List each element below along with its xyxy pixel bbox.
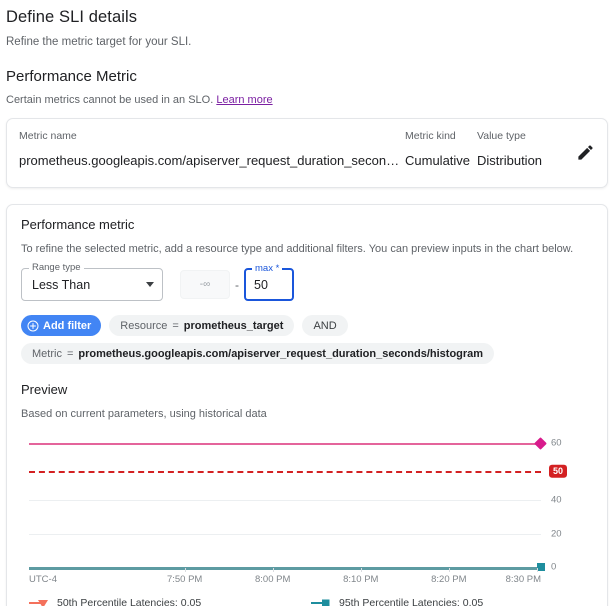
chart-y-axis: 60 50 40 20 0 [541,432,593,568]
metric-name-value: prometheus.googleapis.com/apiserver_requ… [19,152,405,169]
threshold-badge: 50 [549,465,567,478]
metric-summary-card: Metric name prometheus.googleapis.com/ap… [6,118,608,188]
add-filter-button[interactable]: Add filter [21,315,101,336]
perf-card-title: Performance metric [21,217,593,232]
pencil-icon[interactable] [576,143,595,167]
y-tick-40: 40 [551,495,562,506]
metric-name-column: Metric name prometheus.googleapis.com/ap… [19,129,405,169]
filter-chip-value: prometheus_target [184,320,284,332]
max-value-input[interactable]: max * 50 [244,268,294,301]
y-tick-0: 0 [551,562,556,573]
preview-title: Preview [21,382,593,397]
filter-chip-metric[interactable]: Metric = prometheus.googleapis.com/apise… [21,343,494,364]
define-sli-details-page: Define SLI details Refine the metric tar… [0,0,614,606]
perf-card-description: To refine the selected metric, add a res… [21,243,593,255]
filter-chip-key: Resource [120,320,167,332]
range-type-value: Less Than [32,278,90,292]
x-tick-mark [273,568,274,572]
x-tick-label: 8:10 PM [343,574,378,585]
x-tick-label: 7:50 PM [167,574,202,585]
page-subtitle: Refine the metric target for your SLI. [0,27,614,48]
x-axis-timezone-label: UTC-4 [29,574,57,585]
legend-item-50th[interactable]: 50th Percentile Latencies: 0.05 [29,594,311,606]
filter-chip-key: Metric [32,348,62,360]
gridline-20 [29,534,541,535]
filter-chip-conjunction: AND [313,320,336,332]
filter-chip-value: prometheus.googleapis.com/apiserver_requ… [78,348,483,360]
value-type-label: Value type [477,129,557,143]
section-note: Certain metrics cannot be used in an SLO… [0,85,614,106]
metric-kind-column: Metric kind Cumulative [405,129,477,169]
x-tick-mark [537,568,538,572]
metric-name-label: Metric name [19,129,405,143]
range-type-label: Range type [29,263,84,273]
add-filter-label: Add filter [43,320,91,332]
metric-kind-label: Metric kind [405,129,477,143]
legend-square-icon [311,597,339,606]
learn-more-link[interactable]: Learn more [216,94,272,106]
filters-row-secondary: Metric = prometheus.googleapis.com/apise… [21,343,593,364]
preview-chart[interactable]: 60 50 40 20 0 UTC-4 7:50 PM 8:00 PM 8:10… [21,432,593,590]
range-separator: - [230,278,244,292]
chart-x-axis: UTC-4 7:50 PM 8:00 PM 8:10 PM 8:20 PM 8:… [29,568,541,590]
chart-legend: 50th Percentile Latencies: 0.05 95th Per… [21,594,593,606]
range-type-select[interactable]: Range type Less Than [21,268,163,301]
filter-chip-and[interactable]: AND [302,315,347,336]
preview-description: Based on current parameters, using histo… [21,408,593,420]
value-type-value: Distribution [477,152,557,169]
min-value-placeholder: -∞ [200,279,210,290]
performance-metric-card: Performance metric To refine the selecte… [6,204,608,606]
max-value-text: 50 [254,278,268,292]
value-type-column: Value type Distribution [477,129,557,169]
legend-label: 95th Percentile Latencies: 0.05 [339,597,483,606]
legend-triangle-icon [29,597,57,606]
x-tick-mark [185,568,186,572]
x-tick-label: 8:20 PM [431,574,466,585]
x-tick-label: 8:30 PM [506,574,541,585]
max-value-label: max * [252,263,282,274]
y-tick-20: 20 [551,529,562,540]
filters-row: Add filter Resource = prometheus_target … [21,315,593,336]
series-line-99th [29,443,541,445]
plus-circle-icon [27,320,39,332]
x-tick-mark [361,568,362,572]
chevron-down-icon [146,282,154,287]
gridline-40 [29,500,541,501]
filter-chip-operator: = [172,320,178,332]
range-controls-row: Range type Less Than -∞ - max * 50 [21,268,593,301]
y-tick-60: 60 [551,437,562,448]
chart-plot-area [29,432,541,568]
filter-chip-operator: = [67,348,73,360]
section-title-performance-metric: Performance Metric [0,48,614,85]
page-title: Define SLI details [0,0,614,27]
min-value-input: -∞ [180,270,230,299]
legend-item-95th[interactable]: 95th Percentile Latencies: 0.05 [311,594,593,606]
threshold-line [29,471,541,473]
x-tick-mark [449,568,450,572]
section-note-text: Certain metrics cannot be used in an SLO… [6,94,213,106]
legend-label: 50th Percentile Latencies: 0.05 [57,597,201,606]
filter-chip-resource[interactable]: Resource = prometheus_target [109,315,294,336]
x-tick-label: 8:00 PM [255,574,290,585]
metric-kind-value: Cumulative [405,152,477,169]
